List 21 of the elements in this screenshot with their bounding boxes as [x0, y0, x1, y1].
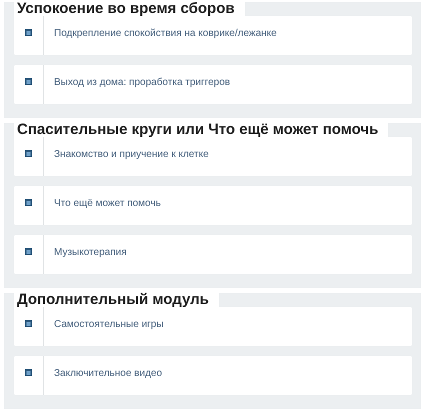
lesson-title[interactable]: Самостоятельные игры — [54, 319, 164, 330]
lesson-item[interactable]: Заключительное видео — [14, 356, 412, 395]
lesson-item[interactable]: Выход из дома: проработка триггеров — [14, 65, 412, 104]
document-icon — [25, 29, 32, 36]
lesson-item[interactable]: Музыкотерапия — [14, 235, 412, 274]
lesson-title[interactable]: Заключительное видео — [54, 368, 162, 379]
document-icon — [25, 78, 32, 85]
lesson-title[interactable]: Музыкотерапия — [54, 247, 127, 258]
document-icon — [25, 150, 32, 157]
document-icon — [25, 320, 32, 327]
lesson-title[interactable]: Знакомство и приучение к клетке — [54, 149, 209, 160]
lesson-item[interactable]: Знакомство и приучение к клетке — [14, 137, 412, 176]
lesson-title[interactable]: Подкрепление спокойствия на коврике/лежанке — [54, 28, 277, 39]
document-icon — [25, 248, 32, 255]
lesson-item[interactable]: Самостоятельные игры — [14, 307, 412, 346]
lesson-title[interactable]: Что ещё может помочь — [54, 198, 161, 209]
lesson-item[interactable]: Подкрепление спокойствия на коврике/лежанке — [14, 16, 412, 55]
document-icon — [25, 369, 32, 376]
lesson-title[interactable]: Выход из дома: проработка триггеров — [54, 77, 230, 88]
lesson-item[interactable]: Что ещё может помочь — [14, 186, 412, 225]
document-icon — [25, 199, 32, 206]
